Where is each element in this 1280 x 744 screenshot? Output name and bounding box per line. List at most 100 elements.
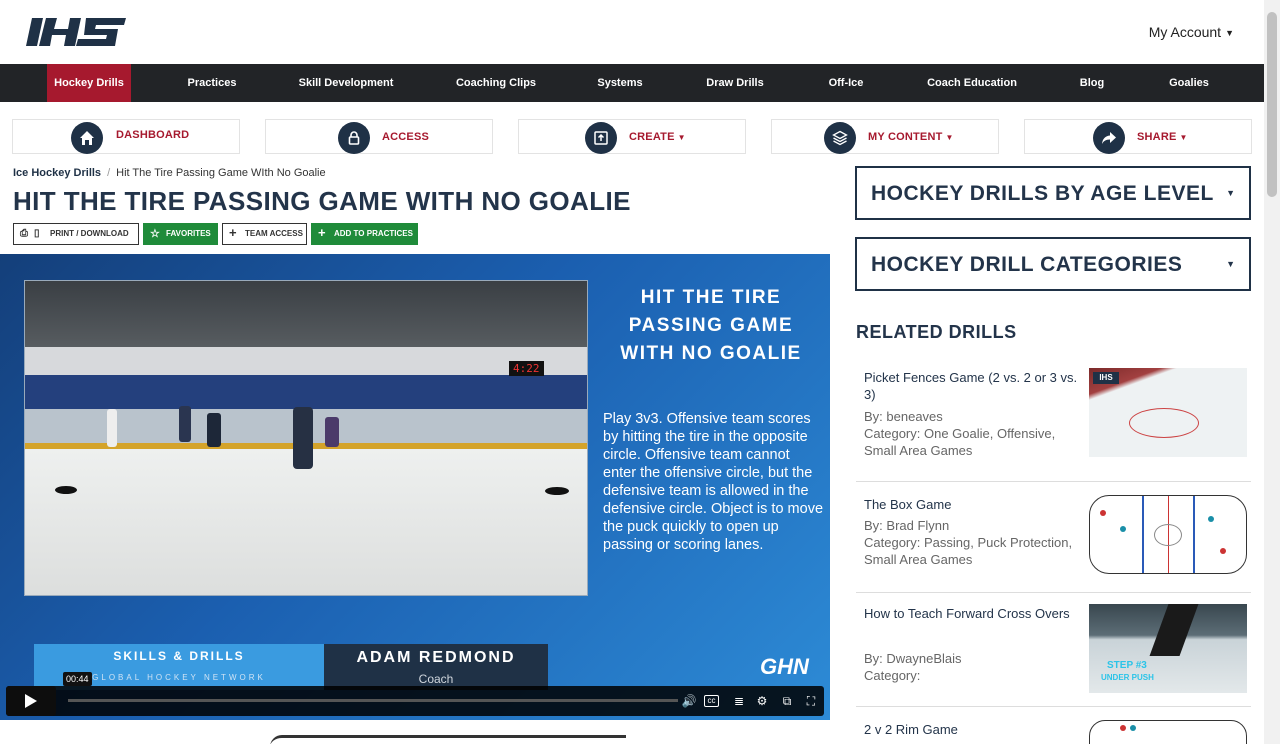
nav-item-coach-education[interactable]: Coach Education (922, 64, 1022, 102)
access-label: ACCESS (382, 131, 430, 143)
plus-icon: + (229, 225, 237, 240)
age-level-label: HOCKEY DRILLS BY AGE LEVEL (871, 182, 1214, 205)
my-content-label: MY CONTENT (868, 131, 943, 143)
presenter-banner: ADAM REDMOND Coach (324, 644, 548, 690)
breadcrumb-ice-hockey-drills[interactable]: Ice Hockey Drills (13, 167, 101, 179)
star-icon: ☆ (150, 228, 160, 240)
share-button[interactable]: SHARE ▼ (1024, 119, 1252, 154)
plus-icon: + (318, 225, 326, 240)
fullscreen-icon[interactable]: ⛶ (802, 692, 820, 710)
video-frame: 4:22 (24, 280, 588, 596)
team-access-button[interactable]: + TEAM ACCESS (222, 223, 307, 245)
settings-gear-icon[interactable]: ⚙ (753, 692, 771, 710)
progress-bar[interactable] (68, 699, 678, 702)
nav-item-off-ice[interactable]: Off-Ice (820, 64, 872, 102)
team-access-label: TEAM ACCESS (245, 229, 303, 238)
my-account-label[interactable]: My Account (1149, 24, 1221, 40)
related-drill-thumbnail[interactable]: IHS (1089, 368, 1247, 457)
player (207, 413, 221, 447)
print-download-button[interactable]: ⎙ ▯ PRINT / DOWNLOAD (13, 223, 139, 245)
nav-item-systems[interactable]: Systems (590, 64, 650, 102)
scrollbar-thumb[interactable] (1267, 12, 1277, 197)
categories-dropdown[interactable]: HOCKEY DRILL CATEGORIES ▼ (855, 237, 1251, 291)
scoreboard: 4:22 (509, 361, 544, 376)
picture-in-picture-icon[interactable]: ⧉ (778, 692, 796, 710)
nav-item-hockey-drills[interactable]: Hockey Drills (47, 64, 131, 102)
my-account-menu[interactable]: My Account ▼ (1149, 24, 1234, 40)
thumbnail-step-text: STEP #3 (1107, 660, 1147, 671)
play-button[interactable] (6, 686, 56, 716)
main-nav: Hockey Drills Practices Skill Developmen… (0, 64, 1264, 102)
page-title: HIT THE TIRE PASSING GAME WITH NO GOALIE (13, 186, 631, 216)
next-section-graphic (270, 735, 626, 744)
caret-down-icon: ▼ (945, 133, 954, 142)
video-title-overlay: HIT THE TIRE PASSING GAME WITH NO GOALIE (620, 287, 802, 364)
age-level-dropdown[interactable]: HOCKEY DRILLS BY AGE LEVEL ▼ (855, 166, 1251, 220)
add-to-practices-label: ADD TO PRACTICES (334, 229, 413, 238)
ihs-watermark: IHS (1093, 372, 1119, 384)
related-drill-item[interactable]: Picket Fences Game (2 vs. 2 or 3 vs. 3) … (856, 368, 1251, 482)
nav-item-blog[interactable]: Blog (1072, 64, 1112, 102)
time-tooltip: 00:44 (63, 672, 92, 686)
breadcrumb-separator: / (107, 167, 111, 179)
related-drill-thumbnail[interactable]: STEP #3 UNDER PUSH (1089, 604, 1247, 693)
related-drill-title[interactable]: The Box Game (864, 496, 1084, 513)
printer-icon: ⎙ (20, 228, 28, 239)
related-drill-title[interactable]: 2 v 2 Rim Game (864, 721, 1084, 738)
presenter-name: ADAM REDMOND (356, 649, 516, 666)
related-drill-item[interactable]: 2 v 2 Rim Game (856, 720, 1251, 744)
nav-item-draw-drills[interactable]: Draw Drills (700, 64, 770, 102)
caret-down-icon: ▼ (1225, 28, 1234, 39)
layers-icon (824, 122, 856, 154)
breadcrumb-current: Hit The Tire Passing Game WIth No Goalie (116, 167, 326, 179)
breadcrumb: Ice Hockey Drills / Hit The Tire Passing G… (13, 167, 326, 179)
related-drill-title[interactable]: How to Teach Forward Cross Overs (864, 605, 1089, 622)
lock-icon (338, 122, 370, 154)
tire (55, 486, 77, 494)
site-header: My Account ▼ (0, 0, 1264, 64)
dashboard-button[interactable]: DASHBOARD (12, 119, 240, 154)
my-content-button[interactable]: MY CONTENT ▼ (771, 119, 999, 154)
nav-item-goalies[interactable]: Goalies (1164, 64, 1214, 102)
related-drill-thumbnail[interactable] (1089, 495, 1247, 574)
page-scrollbar[interactable] (1264, 0, 1280, 744)
nav-item-coaching-clips[interactable]: Coaching Clips (452, 64, 540, 102)
presenter-role: Coach (418, 672, 454, 686)
caret-down-icon: ▼ (1226, 259, 1235, 269)
favorites-button[interactable]: ☆ FAVORITES (143, 223, 218, 245)
related-drill-thumbnail[interactable] (1089, 720, 1247, 744)
related-drill-item[interactable]: How to Teach Forward Cross Overs By: Dwa… (856, 604, 1251, 707)
print-download-label: PRINT / DOWNLOAD (50, 229, 129, 238)
related-drill-author: By: beneaves (864, 409, 943, 424)
create-icon (585, 122, 617, 154)
access-button[interactable]: ACCESS (265, 119, 493, 154)
related-drill-category: Category: Passing, Puck Protection, Smal… (864, 535, 1073, 567)
related-drill-title[interactable]: Picket Fences Game (2 vs. 2 or 3 vs. 3) (864, 369, 1084, 403)
create-button[interactable]: CREATE ▼ (518, 119, 746, 154)
related-drills-heading: RELATED DRILLS (856, 322, 1017, 342)
video-controls: 00:44 🔊 cc ≣ ⚙ ⧉ ⛶ (6, 672, 824, 716)
favorites-label: FAVORITES (166, 229, 211, 238)
share-icon (1093, 122, 1125, 154)
player (179, 406, 191, 442)
pdf-icon: ▯ (34, 228, 40, 239)
nav-item-practices[interactable]: Practices (176, 64, 248, 102)
related-drill-category: Category: (864, 668, 921, 683)
captions-icon[interactable]: cc (704, 695, 719, 707)
transcript-icon[interactable]: ≣ (730, 692, 748, 710)
related-drill-author: By: DwayneBlais (864, 651, 962, 666)
add-to-practices-button[interactable]: + ADD TO PRACTICES (311, 223, 418, 245)
volume-icon[interactable]: 🔊 (680, 692, 698, 710)
dashboard-label: DASHBOARD (116, 129, 190, 141)
related-drill-item[interactable]: The Box Game By: Brad Flynn Category: Pa… (856, 495, 1251, 593)
video-description-overlay: Play 3v3. Offensive team scores by hitti… (603, 411, 824, 553)
video-player[interactable]: 4:22 HIT THE TIRE PASSING GAME WITH NO G… (0, 254, 830, 720)
caret-down-icon: ▼ (677, 133, 686, 142)
nav-item-skill-development[interactable]: Skill Development (294, 64, 398, 102)
home-icon (71, 122, 103, 154)
play-icon (25, 694, 37, 708)
player (325, 417, 339, 447)
caret-down-icon: ▼ (1179, 133, 1188, 142)
player (107, 409, 117, 447)
ihs-logo[interactable] (26, 18, 126, 46)
